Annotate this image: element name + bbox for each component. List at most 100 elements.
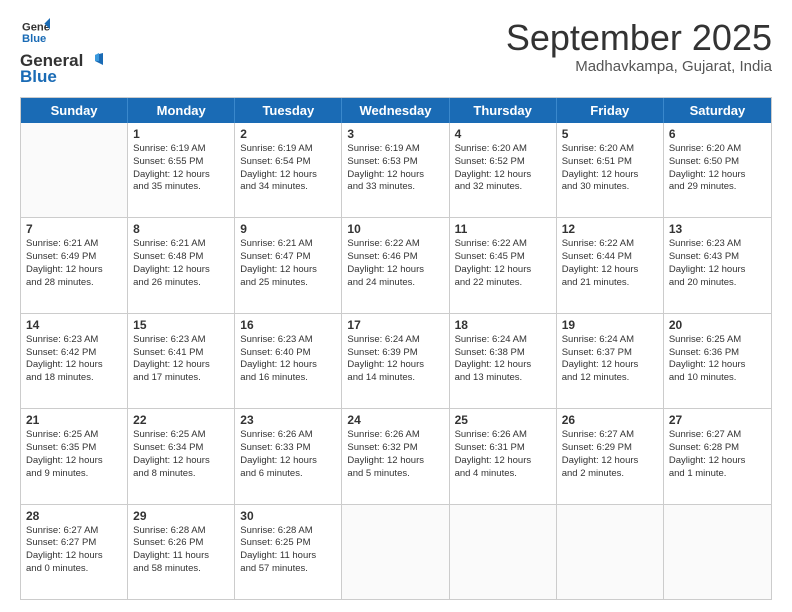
day-number: 1	[133, 127, 229, 141]
page: General Blue General Blue September 2025…	[0, 0, 792, 612]
day-info: Sunrise: 6:28 AM Sunset: 6:26 PM Dayligh…	[133, 525, 229, 576]
cal-cell: 10 Sunrise: 6:22 AM Sunset: 6:46 PM Dayli…	[342, 218, 449, 312]
cal-cell: 22Sunrise: 6:25 AM Sunset: 6:34 PM Dayli…	[128, 409, 235, 503]
cal-week: 28 Sunrise: 6:27 AM Sunset: 6:27 PM Dayli…	[21, 505, 771, 599]
day-number: 16	[240, 318, 336, 332]
day-info: Sunrise: 6:20 AM Sunset: 6:52 PM Dayligh…	[455, 143, 551, 194]
cal-cell: 3 Sunrise: 6:19 AM Sunset: 6:53 PM Daylig…	[342, 123, 449, 217]
cal-cell: 14 Sunrise: 6:23 AM Sunset: 6:42 PM Dayli…	[21, 314, 128, 408]
day-number: 30	[240, 509, 336, 523]
cal-day-header: Wednesday	[342, 98, 449, 123]
day-number: 9	[240, 222, 336, 236]
cal-cell: 15Sunrise: 6:23 AM Sunset: 6:41 PM Dayli…	[128, 314, 235, 408]
day-number: 17	[347, 318, 443, 332]
day-number: 11	[455, 222, 551, 236]
day-number: 12	[562, 222, 658, 236]
logo: General Blue General Blue	[20, 18, 103, 87]
day-number: 20	[669, 318, 766, 332]
day-number: 7	[26, 222, 122, 236]
day-number: 18	[455, 318, 551, 332]
day-number: 27	[669, 413, 766, 427]
day-number: 10	[347, 222, 443, 236]
day-info: Sunrise: 6:22 AM Sunset: 6:46 PM Dayligh…	[347, 238, 443, 289]
cal-day-header: Sunday	[21, 98, 128, 123]
day-info: Sunrise: 6:27 AM Sunset: 6:28 PM Dayligh…	[669, 429, 766, 480]
cal-week: 7Sunrise: 6:21 AM Sunset: 6:49 PM Daylig…	[21, 218, 771, 313]
day-number: 4	[455, 127, 551, 141]
calendar: SundayMondayTuesdayWednesdayThursdayFrid…	[20, 97, 772, 600]
calendar-body: 1 Sunrise: 6:19 AM Sunset: 6:55 PM Daylig…	[21, 123, 771, 599]
day-info: Sunrise: 6:22 AM Sunset: 6:45 PM Dayligh…	[455, 238, 551, 289]
day-info: Sunrise: 6:23 AM Sunset: 6:43 PM Dayligh…	[669, 238, 766, 289]
day-number: 13	[669, 222, 766, 236]
location-subtitle: Madhavkampa, Gujarat, India	[506, 58, 772, 75]
cal-cell: 18 Sunrise: 6:24 AM Sunset: 6:38 PM Dayli…	[450, 314, 557, 408]
cal-cell: 11 Sunrise: 6:22 AM Sunset: 6:45 PM Dayli…	[450, 218, 557, 312]
cal-cell: 13 Sunrise: 6:23 AM Sunset: 6:43 PM Dayli…	[664, 218, 771, 312]
cal-cell: 17 Sunrise: 6:24 AM Sunset: 6:39 PM Dayli…	[342, 314, 449, 408]
cal-day-header: Friday	[557, 98, 664, 123]
day-info: Sunrise: 6:25 AM Sunset: 6:34 PM Dayligh…	[133, 429, 229, 480]
day-info: Sunrise: 6:24 AM Sunset: 6:39 PM Dayligh…	[347, 334, 443, 385]
day-info: Sunrise: 6:19 AM Sunset: 6:55 PM Dayligh…	[133, 143, 229, 194]
day-number: 2	[240, 127, 336, 141]
day-info: Sunrise: 6:27 AM Sunset: 6:29 PM Dayligh…	[562, 429, 658, 480]
cal-cell: 28 Sunrise: 6:27 AM Sunset: 6:27 PM Dayli…	[21, 505, 128, 599]
day-number: 5	[562, 127, 658, 141]
cal-cell: 2 Sunrise: 6:19 AM Sunset: 6:54 PM Daylig…	[235, 123, 342, 217]
cal-cell: 20 Sunrise: 6:25 AM Sunset: 6:36 PM Dayli…	[664, 314, 771, 408]
day-number: 28	[26, 509, 122, 523]
day-info: Sunrise: 6:19 AM Sunset: 6:53 PM Dayligh…	[347, 143, 443, 194]
cal-cell: 16 Sunrise: 6:23 AM Sunset: 6:40 PM Dayli…	[235, 314, 342, 408]
cal-cell: 9 Sunrise: 6:21 AM Sunset: 6:47 PM Daylig…	[235, 218, 342, 312]
title-area: September 2025 Madhavkampa, Gujarat, Ind…	[506, 18, 772, 75]
day-info: Sunrise: 6:19 AM Sunset: 6:54 PM Dayligh…	[240, 143, 336, 194]
cal-cell: 1 Sunrise: 6:19 AM Sunset: 6:55 PM Daylig…	[128, 123, 235, 217]
cal-cell: 6Sunrise: 6:20 AM Sunset: 6:50 PM Daylig…	[664, 123, 771, 217]
day-number: 19	[562, 318, 658, 332]
day-info: Sunrise: 6:20 AM Sunset: 6:51 PM Dayligh…	[562, 143, 658, 194]
day-info: Sunrise: 6:21 AM Sunset: 6:47 PM Dayligh…	[240, 238, 336, 289]
day-info: Sunrise: 6:25 AM Sunset: 6:35 PM Dayligh…	[26, 429, 122, 480]
cal-week: 1 Sunrise: 6:19 AM Sunset: 6:55 PM Daylig…	[21, 123, 771, 218]
cal-cell: 4 Sunrise: 6:20 AM Sunset: 6:52 PM Daylig…	[450, 123, 557, 217]
day-info: Sunrise: 6:21 AM Sunset: 6:48 PM Dayligh…	[133, 238, 229, 289]
day-info: Sunrise: 6:24 AM Sunset: 6:37 PM Dayligh…	[562, 334, 658, 385]
day-info: Sunrise: 6:23 AM Sunset: 6:42 PM Dayligh…	[26, 334, 122, 385]
cal-cell: 30 Sunrise: 6:28 AM Sunset: 6:25 PM Dayli…	[235, 505, 342, 599]
cal-cell: 24Sunrise: 6:26 AM Sunset: 6:32 PM Dayli…	[342, 409, 449, 503]
cal-week: 14 Sunrise: 6:23 AM Sunset: 6:42 PM Dayli…	[21, 314, 771, 409]
day-info: Sunrise: 6:25 AM Sunset: 6:36 PM Dayligh…	[669, 334, 766, 385]
day-info: Sunrise: 6:26 AM Sunset: 6:32 PM Dayligh…	[347, 429, 443, 480]
day-number: 3	[347, 127, 443, 141]
cal-cell	[664, 505, 771, 599]
logo-icon: General Blue	[22, 18, 50, 46]
cal-cell	[557, 505, 664, 599]
cal-cell: 12Sunrise: 6:22 AM Sunset: 6:44 PM Dayli…	[557, 218, 664, 312]
cal-cell	[342, 505, 449, 599]
month-title: September 2025	[506, 18, 772, 58]
cal-week: 21 Sunrise: 6:25 AM Sunset: 6:35 PM Dayli…	[21, 409, 771, 504]
cal-cell	[21, 123, 128, 217]
day-number: 25	[455, 413, 551, 427]
header: General Blue General Blue September 2025…	[20, 18, 772, 87]
day-number: 14	[26, 318, 122, 332]
day-number: 23	[240, 413, 336, 427]
day-number: 6	[669, 127, 766, 141]
cal-day-header: Thursday	[450, 98, 557, 123]
day-info: Sunrise: 6:27 AM Sunset: 6:27 PM Dayligh…	[26, 525, 122, 576]
day-number: 21	[26, 413, 122, 427]
day-info: Sunrise: 6:24 AM Sunset: 6:38 PM Dayligh…	[455, 334, 551, 385]
cal-day-header: Saturday	[664, 98, 771, 123]
day-info: Sunrise: 6:23 AM Sunset: 6:40 PM Dayligh…	[240, 334, 336, 385]
day-number: 29	[133, 509, 229, 523]
cal-cell: 29 Sunrise: 6:28 AM Sunset: 6:26 PM Dayli…	[128, 505, 235, 599]
cal-cell: 5 Sunrise: 6:20 AM Sunset: 6:51 PM Daylig…	[557, 123, 664, 217]
cal-day-header: Tuesday	[235, 98, 342, 123]
cal-cell: 19 Sunrise: 6:24 AM Sunset: 6:37 PM Dayli…	[557, 314, 664, 408]
day-number: 26	[562, 413, 658, 427]
day-info: Sunrise: 6:26 AM Sunset: 6:31 PM Dayligh…	[455, 429, 551, 480]
cal-cell: 7Sunrise: 6:21 AM Sunset: 6:49 PM Daylig…	[21, 218, 128, 312]
cal-cell: 21 Sunrise: 6:25 AM Sunset: 6:35 PM Dayli…	[21, 409, 128, 503]
day-info: Sunrise: 6:28 AM Sunset: 6:25 PM Dayligh…	[240, 525, 336, 576]
